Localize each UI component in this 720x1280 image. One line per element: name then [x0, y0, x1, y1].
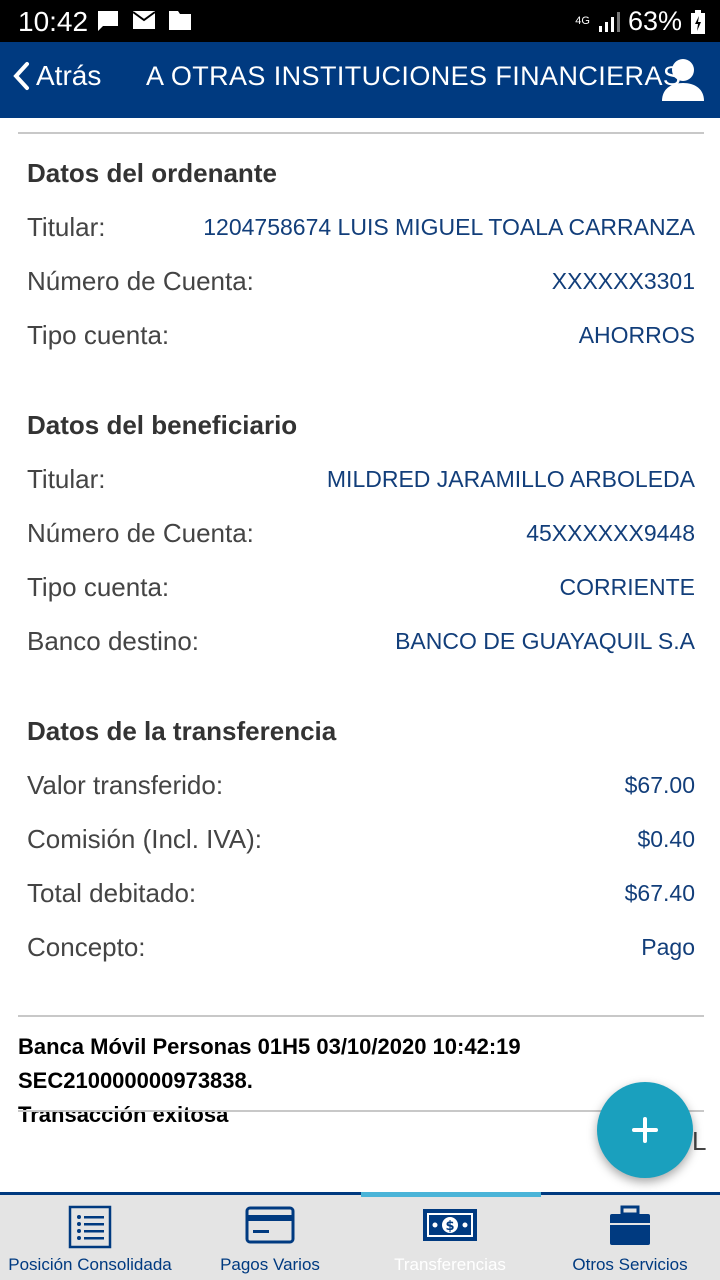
back-label: Atrás	[36, 60, 102, 91]
beneficiario-cuenta-row: Número de Cuenta: 45XXXXXX9448	[27, 518, 695, 558]
list-icon	[68, 1205, 112, 1249]
nav-posicion-consolidada[interactable]: Posición Consolidada	[0, 1195, 180, 1280]
mail-icon	[132, 11, 156, 29]
row-value: XXXXXX3301	[551, 268, 695, 294]
row-value: $0.40	[637, 826, 695, 852]
transferencia-comision-row: Comisión (Incl. IVA): $0.40	[27, 824, 695, 864]
plus-icon	[632, 1117, 658, 1143]
bottom-navigation: Posición Consolidada Pagos Varios $ Tran…	[0, 1192, 720, 1280]
battery-level: 63%	[627, 6, 682, 36]
row-label: Titular:	[27, 212, 106, 242]
receipt-reference: Banca Móvil Personas 01H5 03/10/2020 10:…	[18, 1034, 521, 1093]
row-label: Total debitado:	[27, 878, 197, 908]
divider	[18, 132, 704, 134]
row-label: Tipo cuenta:	[27, 572, 170, 602]
network-type: 4G	[575, 15, 590, 27]
user-icon	[662, 59, 704, 101]
add-button[interactable]	[597, 1082, 693, 1178]
app-bar: Atrás A OTRAS INSTITUCIONES FINANCIERAS	[0, 42, 720, 118]
transferencia-valor-row: Valor transferido: $67.00	[27, 770, 695, 810]
profile-button[interactable]	[660, 56, 706, 107]
row-label: Titular:	[27, 464, 106, 494]
back-button[interactable]: Atrás	[12, 60, 101, 92]
status-bar: 10:42 4G 63%	[0, 0, 720, 42]
beneficiario-tipo-row: Tipo cuenta: CORRIENTE	[27, 572, 695, 612]
ordenante-tipo-row: Tipo cuenta: AHORROS	[27, 320, 695, 360]
partial-text: L	[692, 1126, 707, 1156]
row-value: 1204758674 LUIS MIGUEL TOALA CARRANZA	[203, 214, 695, 240]
nav-label: Transferencias	[394, 1255, 506, 1274]
transferencia-total-row: Total debitado: $67.40	[27, 878, 695, 918]
row-value: 45XXXXXX9448	[526, 520, 695, 546]
row-label: Comisión (Incl. IVA):	[27, 824, 263, 854]
divider	[18, 1015, 704, 1017]
message-icon	[98, 11, 118, 31]
section-title-ordenante: Datos del ordenante	[27, 158, 277, 188]
row-value: AHORROS	[578, 322, 695, 348]
row-label: Tipo cuenta:	[27, 320, 170, 350]
nav-otros-servicios[interactable]: Otros Servicios	[540, 1195, 720, 1280]
credit-card-icon	[245, 1206, 295, 1244]
signal-icon	[598, 11, 620, 32]
row-label: Número de Cuenta:	[27, 518, 254, 548]
status-time: 10:42	[18, 6, 89, 37]
ordenante-titular-row: Titular: 1204758674 LUIS MIGUEL TOALA CA…	[27, 212, 695, 252]
section-title-transferencia: Datos de la transferencia	[27, 716, 337, 746]
chevron-left-icon	[13, 62, 29, 90]
section-title-beneficiario: Datos del beneficiario	[27, 410, 298, 440]
nav-transferencias[interactable]: $ Transferencias	[360, 1195, 540, 1280]
nav-label: Otros Servicios	[572, 1255, 688, 1274]
row-value: $67.40	[624, 880, 695, 906]
row-value: CORRIENTE	[559, 574, 695, 600]
svg-text:$: $	[445, 1219, 454, 1234]
row-label: Banco destino:	[27, 626, 200, 656]
row-value: MILDRED JARAMILLO ARBOLEDA	[326, 466, 695, 492]
folder-icon	[169, 11, 191, 30]
nav-label: Pagos Varios	[220, 1255, 320, 1274]
page-title: A OTRAS INSTITUCIONES FINANCIERAS	[146, 61, 682, 91]
nav-pagos-varios[interactable]: Pagos Varios	[180, 1195, 360, 1280]
row-value: BANCO DE GUAYAQUIL S.A	[395, 628, 695, 654]
ordenante-cuenta-row: Número de Cuenta: XXXXXX3301	[27, 266, 695, 306]
cash-icon: $	[423, 1209, 477, 1241]
beneficiario-banco-row: Banco destino: BANCO DE GUAYAQUIL S.A	[27, 626, 695, 666]
battery-icon	[691, 9, 705, 34]
row-label: Número de Cuenta:	[27, 266, 254, 296]
nav-label: Posición Consolidada	[8, 1255, 172, 1274]
beneficiario-titular-row: Titular: MILDRED JARAMILLO ARBOLEDA	[27, 464, 695, 504]
row-value: $67.00	[624, 772, 695, 798]
transferencia-concepto-row: Concepto: Pago	[27, 932, 695, 972]
briefcase-icon	[610, 1205, 650, 1245]
row-label: Concepto:	[27, 932, 146, 962]
row-value: Pago	[641, 934, 695, 960]
row-label: Valor transferido:	[27, 770, 224, 800]
